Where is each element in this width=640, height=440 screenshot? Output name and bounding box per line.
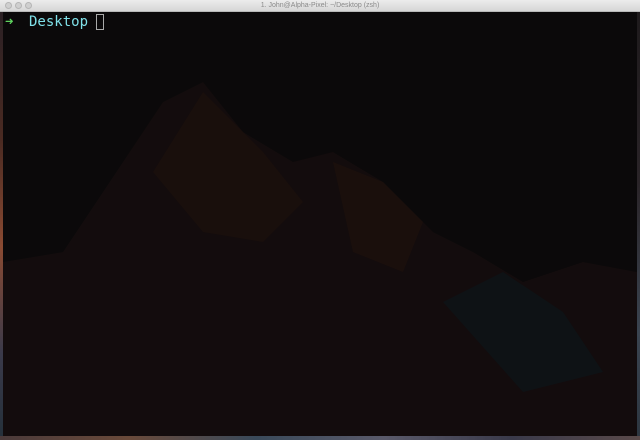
arrow-right-icon: ➜ [5, 14, 14, 30]
terminal-area[interactable]: ➜ Desktop [3, 12, 637, 436]
prompt-line: ➜ Desktop [5, 12, 105, 32]
current-directory: Desktop [29, 14, 89, 30]
wallpaper-mountain-ghost [3, 82, 637, 436]
window-title: 1. John@Alpha-Pixel: ~/Desktop (zsh) [260, 2, 380, 9]
text-cursor[interactable] [96, 14, 105, 30]
desktop-wallpaper-edge [0, 436, 640, 440]
terminal-window: 1. John@Alpha-Pixel: ~/Desktop (zsh) ➜ D… [0, 0, 640, 440]
title-bar[interactable]: 1. John@Alpha-Pixel: ~/Desktop (zsh) [0, 0, 640, 12]
